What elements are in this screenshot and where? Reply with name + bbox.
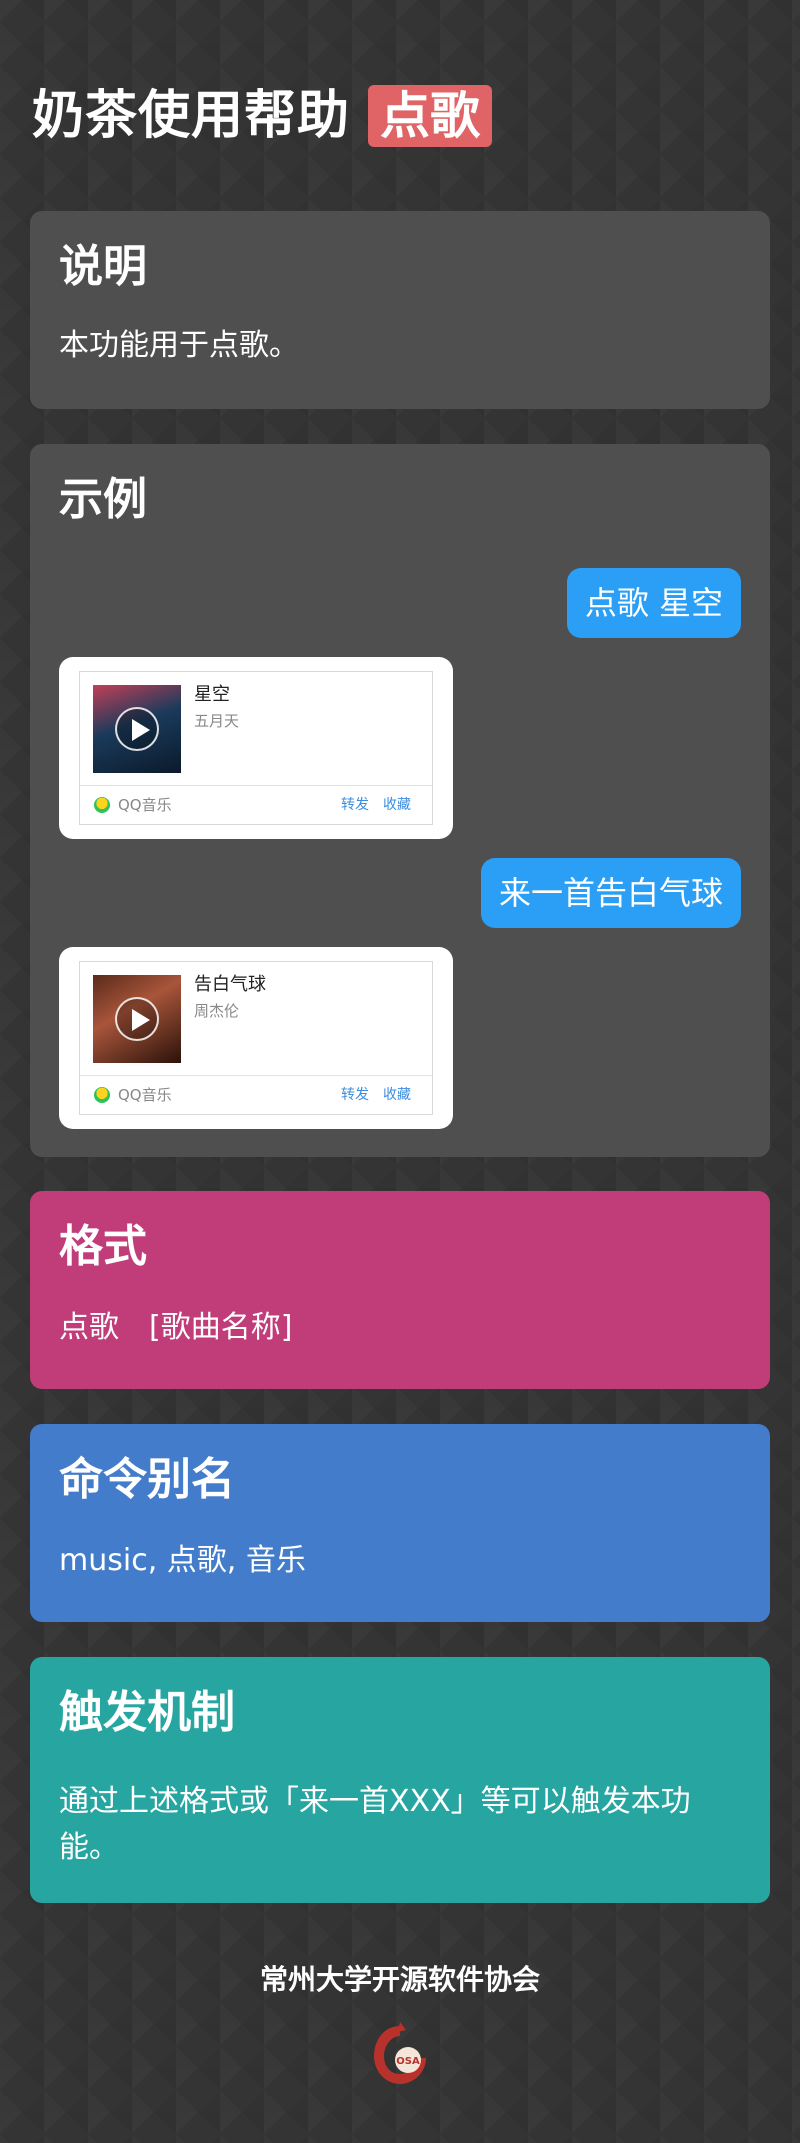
forward-link[interactable]: 转发 xyxy=(341,786,369,824)
music-source-label: QQ音乐 xyxy=(118,796,172,814)
trigger-text: 通过上述格式或「来一首XXX」等可以触发本功能。 xyxy=(59,1784,691,1865)
favorite-link[interactable]: 收藏 xyxy=(383,786,411,824)
format-card: 格式 点歌 [歌曲名称] xyxy=(30,1191,770,1389)
album-cover[interactable] xyxy=(93,685,181,773)
page-title: 奶茶使用帮助 xyxy=(32,85,351,146)
trigger-heading: 触发机制 xyxy=(59,1687,235,1738)
alias-text: music, 点歌, 音乐 xyxy=(59,1543,306,1578)
music-card-footer: QQ音乐 转发 收藏 xyxy=(80,785,432,824)
play-icon[interactable] xyxy=(115,707,159,751)
music-share-card[interactable]: 告白气球 周杰伦 QQ音乐 转发 收藏 xyxy=(59,947,453,1129)
trigger-card: 触发机制 通过上述格式或「来一首XXX」等可以触发本功能。 xyxy=(30,1657,770,1903)
music-share-card[interactable]: 星空 五月天 QQ音乐 转发 收藏 xyxy=(59,657,453,839)
music-card-inner: 星空 五月天 QQ音乐 转发 收藏 xyxy=(79,671,433,825)
description-heading: 说明 xyxy=(59,241,147,292)
forward-link[interactable]: 转发 xyxy=(341,1076,369,1114)
page-header: 奶茶使用帮助 点歌 xyxy=(32,80,493,152)
song-title: 告白气球 xyxy=(194,974,266,995)
song-artist: 周杰伦 xyxy=(194,1002,240,1020)
music-card-inner: 告白气球 周杰伦 QQ音乐 转发 收藏 xyxy=(79,961,433,1115)
song-artist: 五月天 xyxy=(194,712,240,730)
qq-music-icon xyxy=(94,1087,110,1103)
play-icon[interactable] xyxy=(115,997,159,1041)
example-heading: 示例 xyxy=(59,474,147,525)
music-card-footer: QQ音乐 转发 收藏 xyxy=(80,1075,432,1114)
favorite-link[interactable]: 收藏 xyxy=(383,1076,411,1114)
alias-heading: 命令别名 xyxy=(59,1454,235,1505)
album-cover[interactable] xyxy=(93,975,181,1063)
title-tag: 点歌 xyxy=(368,85,493,147)
user-message-bubble: 点歌 星空 xyxy=(566,568,741,638)
music-source-label: QQ音乐 xyxy=(118,1086,172,1104)
description-text: 本功能用于点歌。 xyxy=(59,328,299,363)
format-heading: 格式 xyxy=(59,1221,147,1272)
description-card: 说明 本功能用于点歌。 xyxy=(30,211,770,409)
footer-organization: 常州大学开源软件协会 xyxy=(259,1963,540,1996)
example-card: 示例 点歌 星空 星空 五月天 QQ音乐 转发 收藏 来一首告白气球 告白气球 … xyxy=(30,444,770,1157)
qq-music-icon xyxy=(94,797,110,813)
song-title: 星空 xyxy=(194,684,230,705)
alias-card: 命令别名 music, 点歌, 音乐 xyxy=(30,1424,770,1622)
osa-logo-icon: OSA xyxy=(374,2022,426,2084)
format-text: 点歌 [歌曲名称] xyxy=(59,1310,293,1345)
user-message-bubble: 来一首告白气球 xyxy=(480,858,741,928)
logo-text: OSA xyxy=(396,2056,420,2067)
